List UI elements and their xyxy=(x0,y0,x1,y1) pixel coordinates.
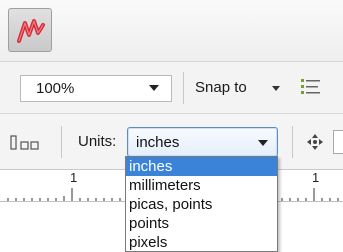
property-bar: 100% Snap to xyxy=(0,62,343,114)
units-option-millimeters[interactable]: millimeters xyxy=(126,176,277,195)
units-option-points[interactable]: points xyxy=(126,214,277,233)
ruler-label: 1 xyxy=(70,170,78,185)
move-arrows-icon[interactable] xyxy=(305,132,325,152)
pen-logo-icon[interactable] xyxy=(8,8,52,52)
units-dropdown-list: inches millimeters picas, points points … xyxy=(125,156,278,252)
toolbar-separator xyxy=(292,126,293,158)
snap-to-button[interactable]: Snap to xyxy=(192,76,280,100)
zoom-level-combo[interactable]: 100% xyxy=(20,75,172,102)
chevron-down-icon[interactable] xyxy=(258,140,268,146)
units-option-inches[interactable]: inches xyxy=(126,157,277,176)
units-option-picas-points[interactable]: picas, points xyxy=(126,195,277,214)
toolbar-separator xyxy=(61,126,62,158)
zoom-level-value: 100% xyxy=(36,80,75,97)
toolbar-separator xyxy=(183,72,184,104)
chevron-down-icon[interactable] xyxy=(149,85,159,91)
units-option-pixels[interactable]: pixels xyxy=(126,233,277,251)
nudge-distance-field[interactable] xyxy=(333,130,343,154)
ruler-label: 1 xyxy=(312,170,320,185)
top-toolbar xyxy=(0,0,343,62)
page-layout-icon[interactable] xyxy=(10,134,40,152)
units-select[interactable]: inches xyxy=(127,127,278,157)
snap-options-icon[interactable] xyxy=(300,77,322,97)
snap-to-label: Snap to xyxy=(195,79,247,96)
chevron-down-icon[interactable] xyxy=(272,86,280,91)
units-select-value: inches xyxy=(136,134,180,151)
units-label: Units: xyxy=(78,133,117,150)
